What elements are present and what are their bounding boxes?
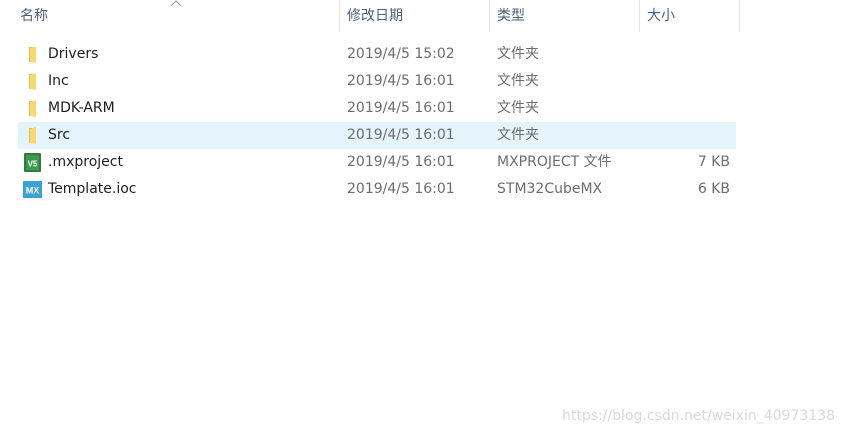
- file-type: 文件夹: [497, 100, 539, 116]
- file-row-src[interactable]: Src 2019/4/5 16:01 文件夹: [18, 122, 736, 149]
- file-type: 文件夹: [497, 73, 539, 89]
- file-type: MXPROJECT 文件: [497, 154, 612, 170]
- file-row-inc[interactable]: Inc 2019/4/5 16:01 文件夹: [18, 68, 736, 95]
- file-name: .mxproject: [48, 154, 123, 170]
- column-header-type[interactable]: 类型: [489, 0, 639, 32]
- folder-icon: [29, 127, 36, 144]
- watermark-text: https://blog.csdn.net/weixin_40973138: [561, 408, 835, 424]
- file-size: 7 KB: [697, 154, 730, 170]
- mxproject-file-icon: V5: [24, 153, 41, 172]
- file-explorer-view: 名称 修改日期 类型 大小 Drivers 2019/4/5 15:02 文件夹…: [0, 0, 844, 434]
- folder-icon: [29, 73, 36, 90]
- column-header-name[interactable]: 名称: [12, 0, 340, 32]
- file-name: MDK-ARM: [48, 100, 115, 116]
- file-name: Drivers: [48, 46, 99, 62]
- file-type: 文件夹: [497, 46, 539, 62]
- file-modified: 2019/4/5 16:01: [347, 127, 455, 143]
- v5-badge-text: V5: [28, 160, 38, 169]
- file-modified: 2019/4/5 16:01: [347, 100, 455, 116]
- file-name: Template.ioc: [48, 181, 137, 197]
- file-row-mxproject[interactable]: V5 .mxproject 2019/4/5 16:01 MXPROJECT 文…: [18, 149, 736, 176]
- file-name: Src: [48, 127, 71, 143]
- folder-icon: [29, 46, 36, 63]
- column-header: 名称 修改日期 类型 大小: [0, 0, 740, 32]
- folder-icon: [29, 100, 36, 117]
- stm32cubemx-file-icon: MX: [23, 181, 42, 198]
- file-type: 文件夹: [497, 127, 539, 143]
- file-modified: 2019/4/5 16:01: [347, 154, 455, 170]
- file-list: Drivers 2019/4/5 15:02 文件夹 Inc 2019/4/5 …: [18, 41, 736, 203]
- file-modified: 2019/4/5 16:01: [347, 181, 455, 197]
- column-header-size[interactable]: 大小: [639, 0, 739, 32]
- file-row-template-ioc[interactable]: MX Template.ioc 2019/4/5 16:01 STM32Cube…: [18, 176, 736, 203]
- column-divider[interactable]: [739, 0, 740, 32]
- file-name: Inc: [48, 73, 69, 89]
- file-size: 6 KB: [697, 181, 730, 197]
- file-modified: 2019/4/5 15:02: [347, 46, 455, 62]
- file-row-drivers[interactable]: Drivers 2019/4/5 15:02 文件夹: [18, 41, 736, 68]
- file-row-mdk-arm[interactable]: MDK-ARM 2019/4/5 16:01 文件夹: [18, 95, 736, 122]
- column-header-modified[interactable]: 修改日期: [339, 0, 489, 32]
- file-modified: 2019/4/5 16:01: [347, 73, 455, 89]
- file-type: STM32CubeMX: [497, 181, 603, 197]
- mx-badge-text: MX: [26, 186, 40, 196]
